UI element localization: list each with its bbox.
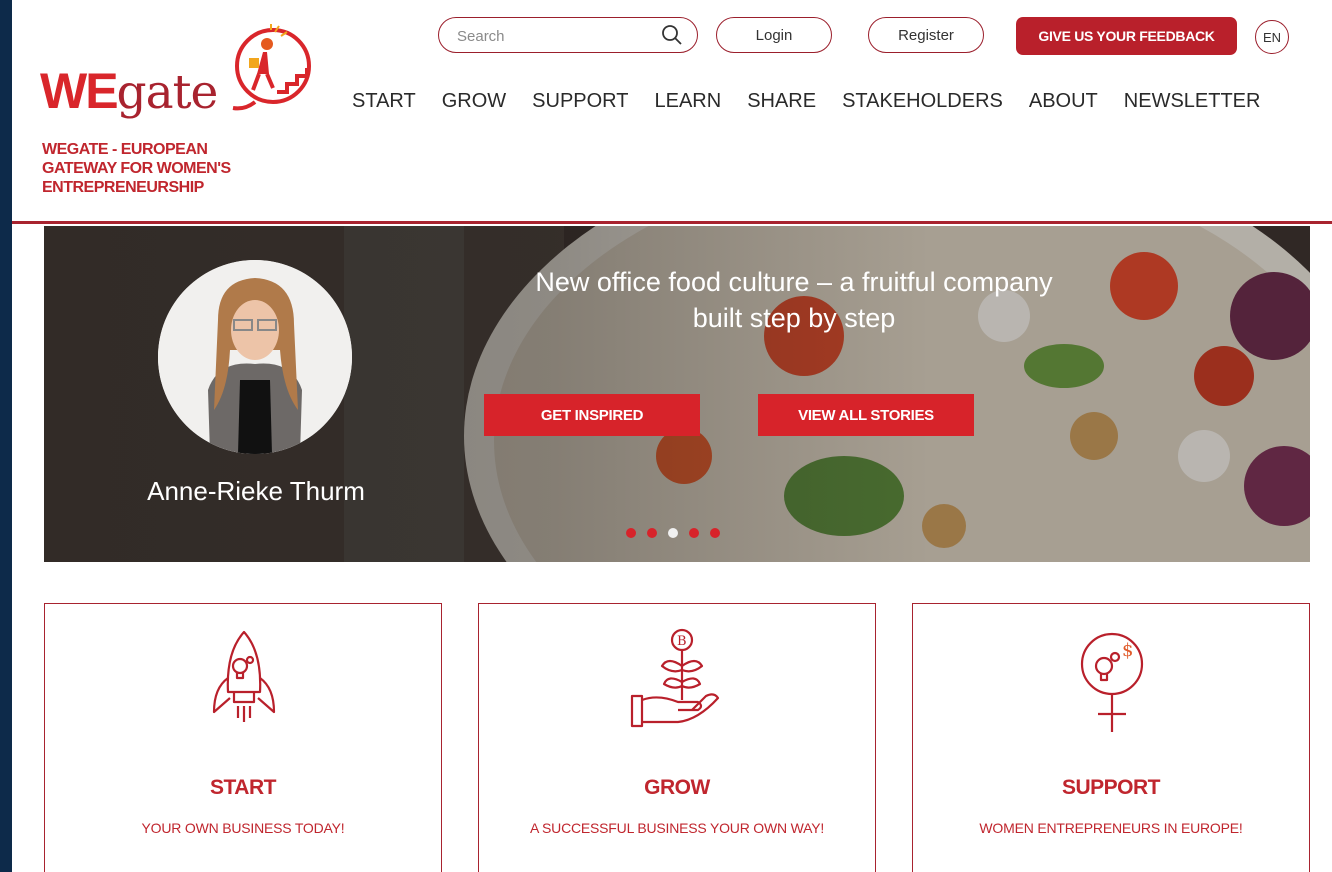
female-symbol-idea-icon: $ — [1080, 632, 1144, 732]
slider-dot[interactable] — [647, 528, 657, 538]
search-box — [438, 17, 698, 53]
card-start[interactable]: START YOUR OWN BUSINESS TODAY! — [44, 603, 442, 872]
logo-woman-stairs-icon — [232, 24, 311, 111]
nav-item-grow[interactable]: GROW — [442, 90, 506, 113]
nav-item-about[interactable]: ABOUT — [1029, 90, 1098, 113]
logo-we: WE — [40, 63, 119, 119]
person-name: Anne-Rieke Thurm — [147, 476, 365, 506]
view-all-stories-button[interactable]: VIEW ALL STORIES — [758, 394, 974, 436]
slider-dot[interactable] — [689, 528, 699, 538]
get-inspired-button[interactable]: GET INSPIRED — [484, 394, 700, 436]
logo-wordmark: WEgate — [40, 63, 218, 119]
search-input[interactable] — [455, 24, 649, 48]
site-header: WEgate WEGATE - EUROPEAN GATEWAY FOR WOM… — [12, 0, 1332, 222]
wegate-logo[interactable]: WEgate — [40, 18, 320, 128]
login-button[interactable]: Login — [716, 17, 832, 53]
person-photo-image — [158, 260, 352, 454]
nav-item-learn[interactable]: LEARN — [654, 90, 721, 113]
nav-item-stakeholders[interactable]: STAKEHOLDERS — [842, 90, 1003, 113]
card-grow[interactable]: B GROW A SUCCESSFUL BUSINESS YOUR OWN WA… — [478, 603, 876, 872]
hero-slider: Anne-Rieke Thurm New office food culture… — [44, 226, 1310, 562]
svg-text:B: B — [677, 634, 687, 649]
search-icon[interactable] — [661, 24, 683, 46]
nav-item-start[interactable]: START — [352, 90, 416, 113]
card-subtitle: A SUCCESSFUL BUSINESS YOUR OWN WAY! — [529, 820, 825, 836]
slider-dot[interactable] — [626, 528, 636, 538]
page: WEgate WEGATE - EUROPEAN GATEWAY FOR WOM… — [12, 0, 1332, 872]
nav-item-share[interactable]: SHARE — [747, 90, 816, 113]
tagline-line: GATEWAY FOR WOMEN'S — [42, 160, 231, 177]
card-subtitle: YOUR OWN BUSINESS TODAY! — [141, 820, 345, 836]
feedback-button[interactable]: GIVE US YOUR FEEDBACK — [1016, 17, 1237, 55]
slider-dots — [626, 528, 720, 538]
card-title: GROW — [644, 776, 710, 799]
slider-dot-active[interactable] — [668, 528, 678, 538]
logo-gate: gate — [116, 65, 219, 120]
tagline-line: WEGATE - EUROPEAN — [42, 141, 208, 158]
hero-story-title[interactable]: New office food culture – a fruitful com… — [484, 264, 1104, 336]
rocket-lightbulb-icon — [212, 630, 276, 722]
card-title: START — [210, 776, 276, 799]
main-nav: START GROW SUPPORT LEARN SHARE STAKEHOLD… — [352, 90, 1286, 113]
site-tagline: WEGATE - EUROPEAN GATEWAY FOR WOMEN'S EN… — [42, 140, 302, 197]
slider-dot[interactable] — [710, 528, 720, 538]
language-selector[interactable]: EN — [1255, 20, 1289, 54]
svg-text:$: $ — [1122, 640, 1133, 661]
hero-title-line: built step by step — [692, 303, 896, 333]
tagline-line: ENTREPRENEURSHIP — [42, 179, 204, 196]
person-avatar — [158, 260, 352, 454]
card-title: SUPPORT — [1061, 776, 1161, 799]
nav-item-newsletter[interactable]: NEWSLETTER — [1124, 90, 1261, 113]
hero-title-line: New office food culture – a fruitful com… — [535, 267, 1053, 297]
nav-item-support[interactable]: SUPPORT — [532, 90, 628, 113]
register-button[interactable]: Register — [868, 17, 984, 53]
header-divider — [12, 221, 1332, 224]
card-support[interactable]: $ SUPPORT WOMEN ENTREPRENEURS IN EUROPE! — [912, 603, 1310, 872]
hand-plant-coin-icon: B — [630, 628, 720, 728]
card-subtitle: WOMEN ENTREPRENEURS IN EUROPE! — [979, 820, 1243, 836]
